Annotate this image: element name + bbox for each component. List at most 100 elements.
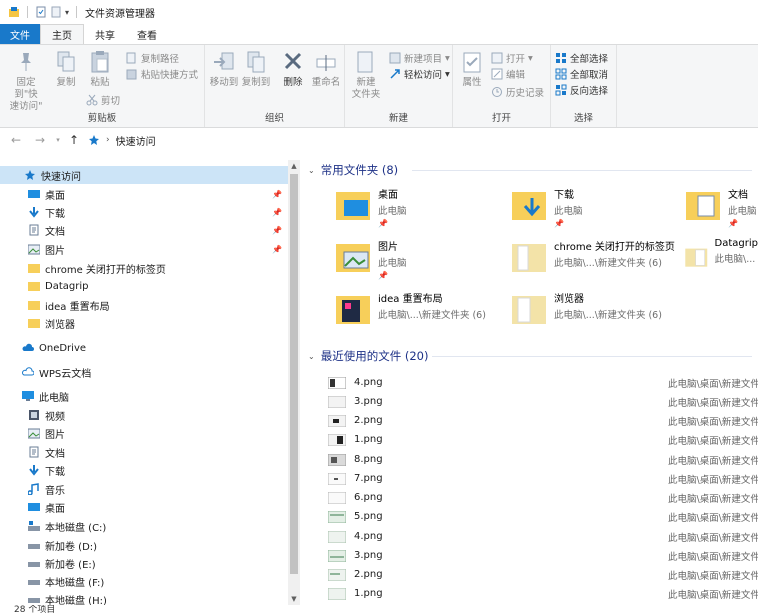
back-arrow-icon[interactable]: ← [8,133,24,147]
nav-pc-item-drive-h[interactable]: 本地磁盘 (H:) [0,590,288,605]
folder-tile-idea[interactable]: idea 重置布局 此电脑\...\新建文件夹 (6) [334,290,534,340]
pin-icon[interactable]: 📌 [272,208,282,217]
new-item-button[interactable]: 新建项目 ▾ [389,51,450,65]
properties-button[interactable]: 属性 [457,49,487,89]
folder-tile-browser[interactable]: 浏览器 此电脑\...\新建文件夹 (6) [510,290,710,340]
new-folder-button[interactable]: 新建 文件夹 [349,49,383,101]
recent-file-row[interactable]: 6.png 此电脑\桌面\新建文件 [328,488,758,507]
move-to-button[interactable]: 移动到 [209,49,239,89]
pin-icon[interactable]: 📌 [272,190,282,199]
paste-shortcut-button[interactable]: 粘贴快捷方式 [126,67,198,81]
tab-home[interactable]: 主页 [40,24,84,44]
tile-name: idea 重置布局 [378,294,443,305]
delete-button[interactable]: 删除 [279,49,307,89]
cut-button[interactable]: 剪切 [86,93,120,107]
nav-pc-item-pictures[interactable]: 图片 [0,424,288,442]
recent-file-row[interactable]: 5.png 此电脑\桌面\新建文件 [328,507,758,526]
nav-pc-item-downloads[interactable]: 下载 [0,461,288,479]
nav-item-datagrip-folder[interactable]: Datagrip [0,277,288,295]
hard-drive-icon [28,544,40,549]
rename-label: 重命名 [311,77,341,88]
invert-selection-icon [555,84,567,96]
folder-tile-pictures[interactable]: 图片 此电脑 📌 [334,238,534,288]
chevron-down-icon: ⌄ [308,351,315,361]
select-none-label: 全部取消 [570,70,609,81]
folder-tile-downloads[interactable]: 下载 此电脑 📌 [510,186,710,236]
nav-pc-item-drive-e[interactable]: 新加卷 (E:) [0,554,288,572]
recent-file-row[interactable]: 4.png 此电脑\桌面\新建文件 [328,373,758,392]
nav-item-label: chrome 关闭打开的标签页 [45,264,166,276]
forward-arrow-icon[interactable]: → [32,133,48,147]
new-folder-icon[interactable] [50,6,62,18]
select-all-button[interactable]: 全部选择 [555,51,608,65]
scroll-down-icon[interactable]: ▼ [288,593,300,605]
tab-file[interactable]: 文件 [0,24,40,44]
folder-tile-desktop[interactable]: 桌面 此电脑 📌 [334,186,534,236]
copy-path-button[interactable]: 复制路径 [126,51,179,65]
scissors-icon [86,94,98,106]
nav-pc-item-drive-f[interactable]: 本地磁盘 (F:) [0,572,288,590]
nav-quick-access[interactable]: 快速访问 [0,166,288,184]
nav-pc-item-music[interactable]: 音乐 [0,480,288,498]
pin-icon[interactable]: 📌 [272,245,282,254]
invert-selection-button[interactable]: 反向选择 [555,83,608,97]
edit-button[interactable]: 编辑 [491,67,525,81]
address-bar[interactable]: › 快速访问 [88,133,156,148]
nav-pc-item-documents[interactable]: 文档 [0,443,288,461]
image-thumbnail-icon [328,414,346,427]
recent-files-header[interactable]: ⌄ 最近使用的文件 (20) [308,348,428,364]
image-thumbnail-icon [328,395,346,408]
copy-to-button[interactable]: 复制到 [241,49,271,89]
nav-item-idea-folder[interactable]: idea 重置布局 [0,296,288,314]
tab-share[interactable]: 共享 [84,24,126,44]
scrollbar-thumb[interactable] [290,174,298,574]
folder-tile-chrome[interactable]: chrome 关闭打开的标签页 此电脑\...\新建文件夹 (6) [510,238,690,288]
select-none-button[interactable]: 全部取消 [555,67,608,81]
history-button[interactable]: 历史记录 [491,85,544,99]
chevron-down-icon[interactable]: ▾ [65,8,69,17]
recent-locations-chevron-icon[interactable]: ▾ [50,136,66,144]
scroll-up-icon[interactable]: ▲ [288,160,300,172]
nav-item-documents[interactable]: 文档 📌 [0,221,288,239]
open-button[interactable]: 打开 ▾ [491,51,533,65]
frequent-folders-header[interactable]: ⌄ 常用文件夹 (8) [308,162,398,178]
recent-file-row[interactable]: 8.png 此电脑\桌面\新建文件 [328,450,758,469]
pin-quick-access-button[interactable]: 固定到"快 速访问" [6,49,46,113]
nav-onedrive[interactable]: OneDrive [0,339,288,357]
nav-pc-item-desktop[interactable]: 桌面 [0,498,288,516]
recent-file-row[interactable]: 7.png 此电脑\桌面\新建文件 [328,469,758,488]
recent-file-row[interactable]: 2.png 此电脑\桌面\新建文件 [328,565,758,584]
nav-pc-item-videos[interactable]: 视频 [0,406,288,424]
folder-tile-documents[interactable]: 文档 此电脑 📌 [684,186,758,236]
tab-view[interactable]: 查看 [126,24,168,44]
nav-item-chrome-folder[interactable]: chrome 关闭打开的标签页 [0,259,288,277]
nav-pc-item-drive-d[interactable]: 新加卷 (D:) [0,536,288,554]
recent-file-row[interactable]: 2.png 此电脑\桌面\新建文件 [328,411,758,430]
pin-icon[interactable]: 📌 [272,226,282,235]
folder-tile-datagrip[interactable]: Datagrip 此电脑\... [684,238,758,288]
nav-item-browser-folder[interactable]: 浏览器 [0,314,288,332]
recent-file-row[interactable]: 1.png 此电脑\桌面\新建文件 [328,584,758,603]
up-arrow-icon[interactable]: ↑ [66,133,82,147]
rename-button[interactable]: 重命名 [311,49,341,89]
recent-file-row[interactable]: 1.png 此电脑\桌面\新建文件 [328,430,758,449]
recent-file-row[interactable]: 4.png 此电脑\桌面\新建文件 [328,527,758,546]
nav-item-downloads[interactable]: 下载 📌 [0,203,288,221]
nav-this-pc[interactable]: 此电脑 [0,387,288,405]
document-icon [29,446,39,458]
nav-pc-item-drive-c[interactable]: 本地磁盘 (C:) [0,517,288,535]
pictures-icon [28,244,40,255]
recent-file-row[interactable]: 3.png 此电脑\桌面\新建文件 [328,546,758,565]
nav-item-desktop[interactable]: 桌面 📌 [0,185,288,203]
easy-access-button[interactable]: 轻松访问 ▾ [389,67,450,81]
properties-icon[interactable] [35,6,47,18]
copy-button[interactable]: 复制 [52,49,80,89]
nav-item-pictures[interactable]: 图片 📌 [0,240,288,258]
open-group: 属性 打开 ▾ 编辑 历史记录 打开 [453,45,551,127]
recent-file-row[interactable]: 3.png 此电脑\桌面\新建文件 [328,392,758,411]
pictures-folder-icon [336,244,370,272]
nav-wps-cloud[interactable]: WPS云文档 [0,363,288,381]
breadcrumb-quick-access[interactable]: 快速访问 [116,133,156,148]
paste-button[interactable]: 粘贴 [86,49,114,89]
nav-scrollbar[interactable]: ▲ ▼ [288,160,300,605]
